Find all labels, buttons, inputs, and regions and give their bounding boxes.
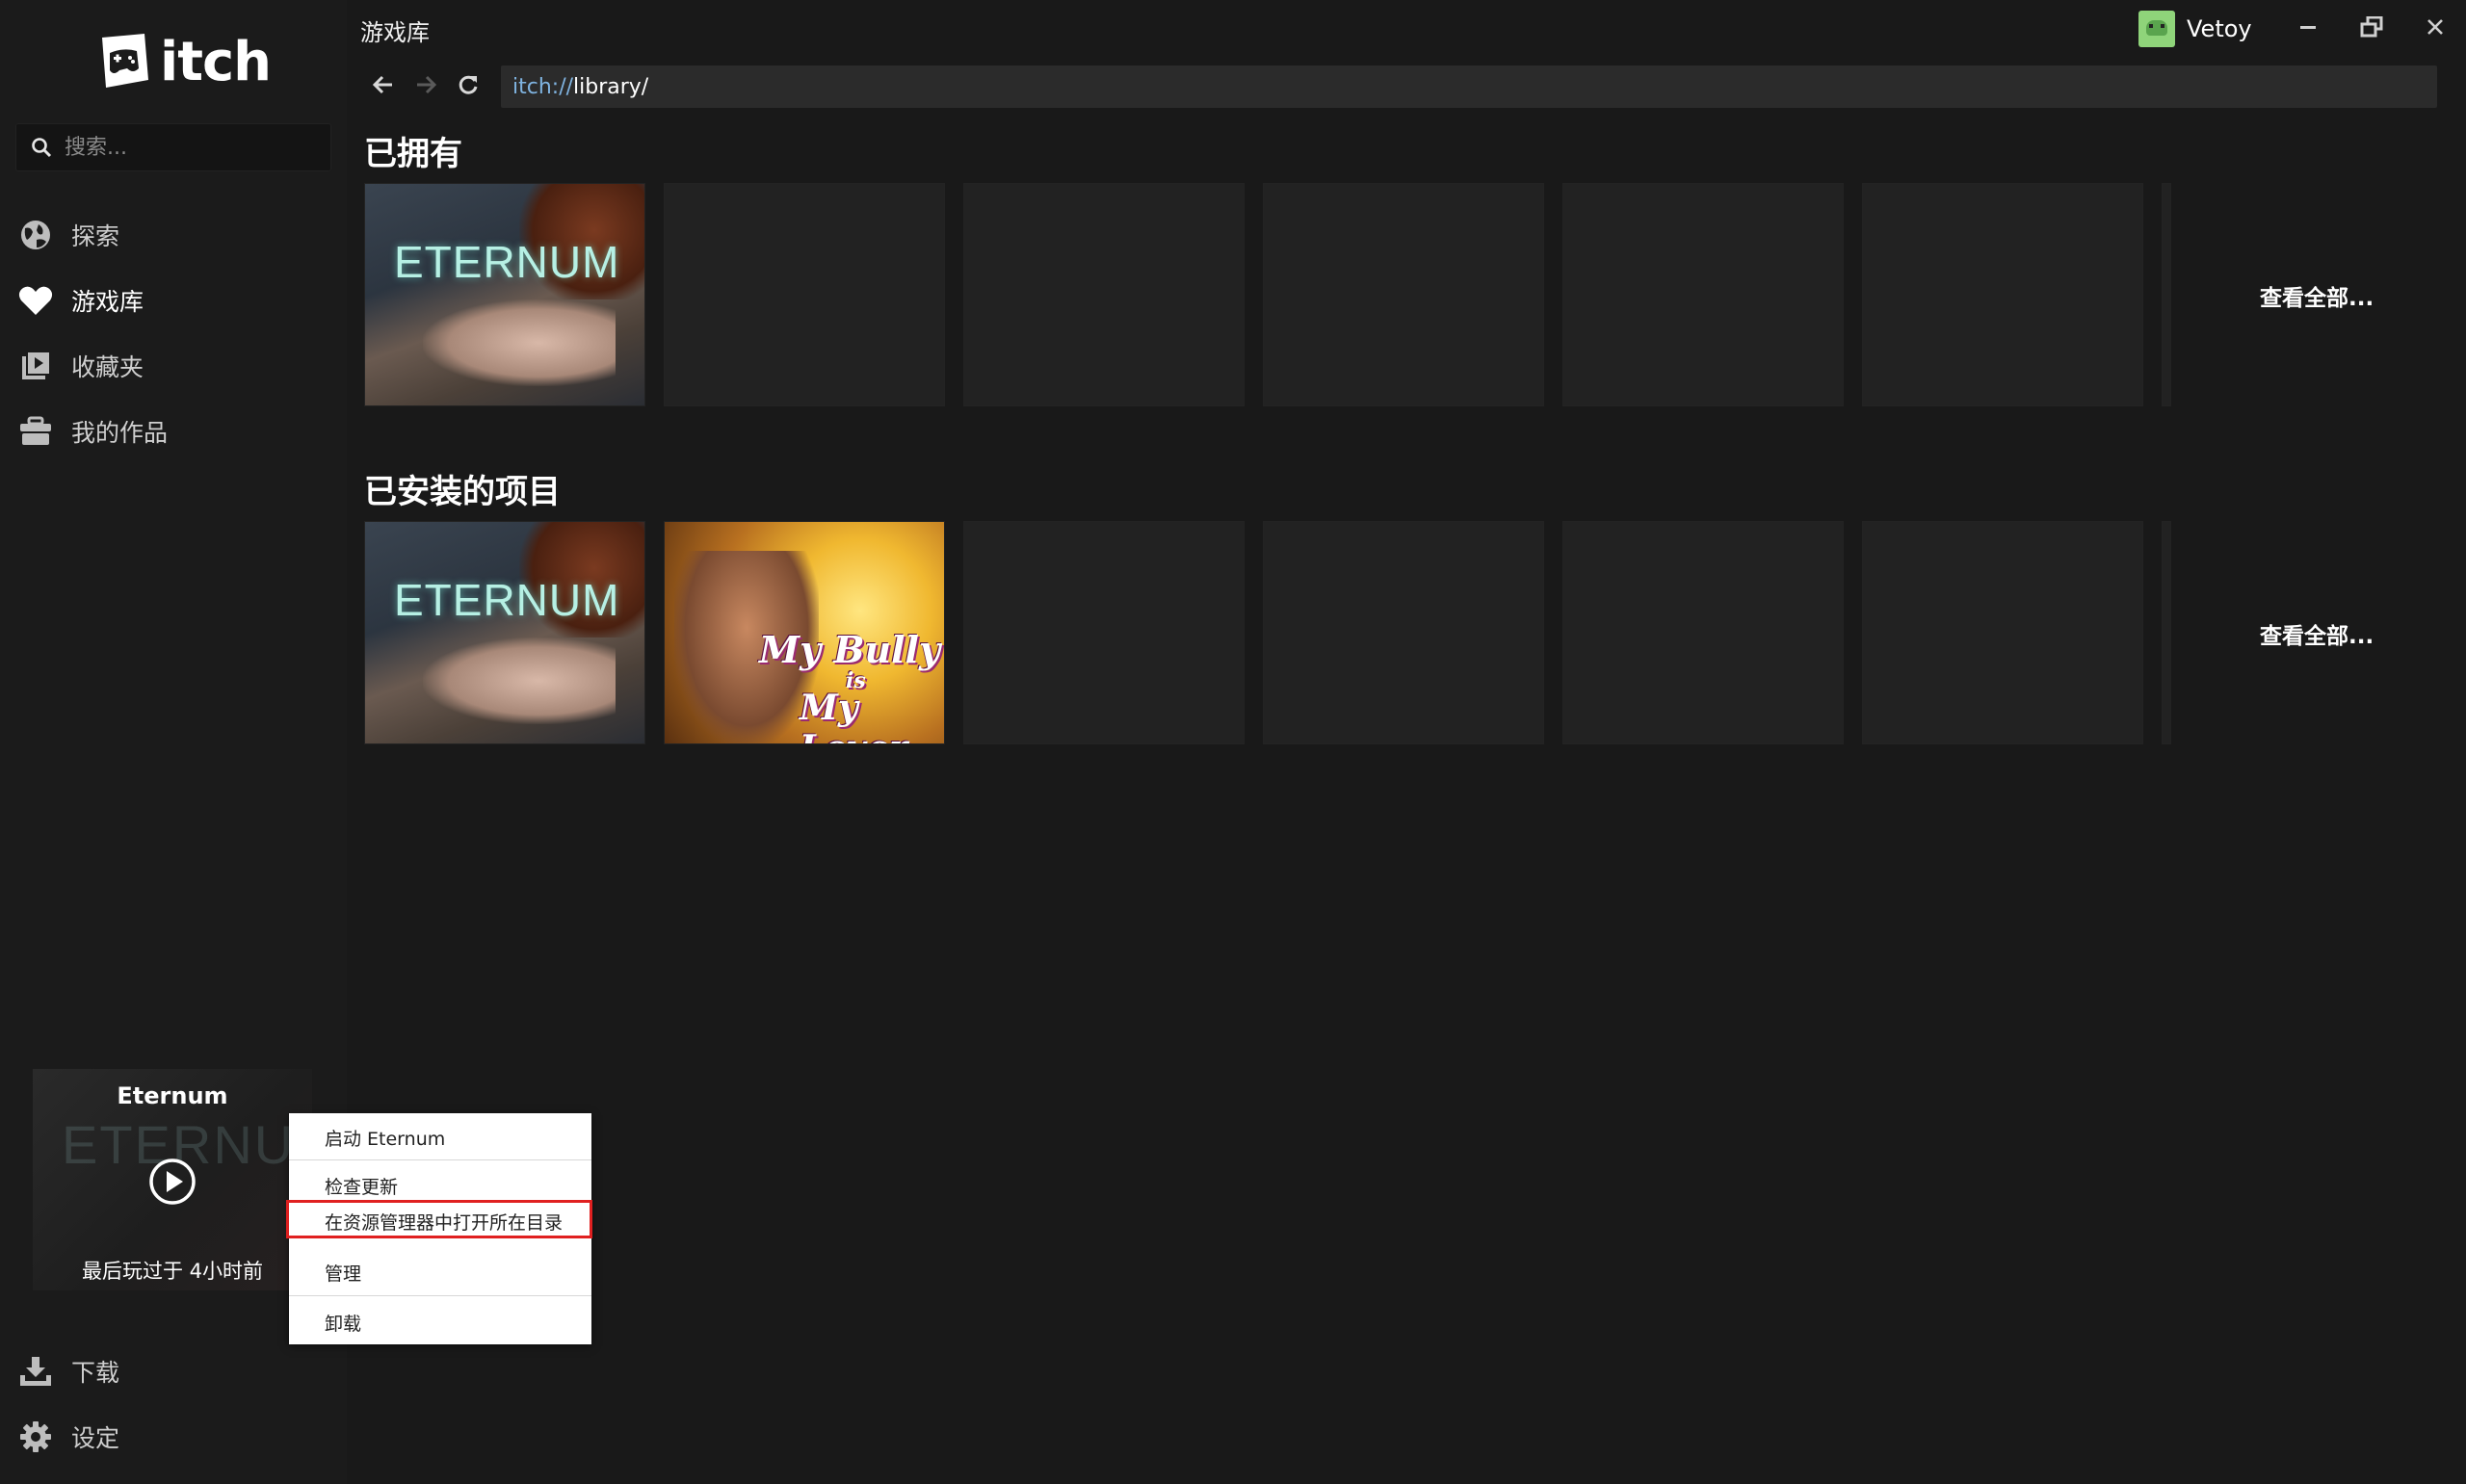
highlight-box [286,1200,592,1238]
search-box[interactable] [15,123,331,171]
sidebar-bottom-nav: 下载 设定 [0,1339,347,1470]
menu-item-launch[interactable]: 启动 Eternum [289,1125,591,1151]
close-icon [2427,19,2443,35]
game-tile-placeholder [1562,183,1844,406]
address-path: library/ [573,74,649,99]
game-tile-placeholder [1862,521,2143,744]
itch-logo-icon [102,34,148,88]
sidebar-item-label: 游戏库 [71,288,144,316]
sidebar-item-dashboard[interactable]: 我的作品 [0,399,347,464]
cover-art-figure [423,299,616,386]
sidebar-item-label: 探索 [71,222,120,250]
search-input[interactable] [65,135,315,160]
itch-logo[interactable]: itch [94,27,316,96]
game-tile-placeholder [1562,521,1844,744]
sidebar-item-label: 下载 [71,1359,120,1387]
game-cover-title: My Bully [759,628,941,671]
menu-item-check-update[interactable]: 检查更新 [289,1173,591,1199]
cover-art-figure [423,638,616,724]
game-tile-placeholder [1263,521,1544,744]
game-tile-placeholder [664,183,945,406]
search-icon [32,138,52,158]
collection-icon [17,348,54,384]
sidebar-item-label: 收藏夹 [71,353,144,381]
game-cover-title: ETERNUM [394,237,620,287]
sidebar-item-library[interactable]: 游戏库 [0,268,347,333]
sidebar-item-label: 我的作品 [71,419,169,447]
page-title: 游戏库 [360,19,430,46]
owned-games-row: ETERNUM [364,183,2175,406]
arrow-right-icon [417,75,437,94]
recent-game-title: Eternum [117,1082,228,1109]
menu-item-uninstall[interactable]: 卸载 [289,1310,591,1336]
installed-games-row: ETERNUM My Bully is My Lover [364,521,2175,744]
username: Vetoy [2187,15,2252,42]
address-protocol: itch:// [512,74,574,99]
game-tile-placeholder [1263,183,1544,406]
game-tile-placeholder [963,183,1245,406]
game-cover-title: ETERNUM [394,575,620,625]
sidebar-item-downloads[interactable]: 下载 [0,1339,347,1404]
close-button[interactable] [2414,8,2456,46]
globe-icon [17,217,54,253]
restore-icon [2360,16,2383,38]
itch-app: itch 探索 [0,0,2466,1484]
game-tile-placeholder [2162,521,2171,744]
gear-icon [17,1419,54,1455]
back-button[interactable] [366,67,401,102]
menu-item-manage[interactable]: 管理 [289,1260,591,1286]
minimize-icon [2300,26,2316,29]
game-cover-title: My Lover [800,688,907,743]
sidebar-item-label: 设定 [71,1424,120,1452]
sidebar-item-settings[interactable]: 设定 [0,1404,347,1470]
game-tile-my-bully-is-my-lover[interactable]: My Bully is My Lover [664,521,945,744]
play-icon[interactable] [148,1158,197,1206]
installed-section-title: 已安装的项目 [364,473,561,511]
menu-divider [289,1295,591,1296]
game-tile-placeholder [1862,183,2143,406]
sidebar-item-explore[interactable]: 探索 [0,202,347,268]
arrow-left-icon [372,75,392,94]
download-icon [17,1353,54,1390]
game-tile-eternum[interactable]: ETERNUM [364,521,645,744]
itch-logo-text: itch [160,30,272,93]
restore-button[interactable] [2350,8,2393,46]
menu-divider [289,1159,591,1160]
heart-icon [17,282,54,319]
game-tile-placeholder [963,521,1245,744]
reload-icon [459,75,478,94]
installed-see-all-link[interactable]: 查看全部... [2260,617,2374,650]
sidebar-item-collections[interactable]: 收藏夹 [0,333,347,399]
last-played-time: 最后玩过于 4小时前 [81,1260,264,1283]
last-played-card[interactable]: ETERNUM Eternum 最后玩过于 4小时前 [33,1069,312,1290]
game-tile-placeholder [2162,183,2171,406]
owned-see-all-link[interactable]: 查看全部... [2260,279,2374,312]
sidebar-nav: 探索 游戏库 收藏夹 我的作品 [0,202,347,464]
game-context-menu: 启动 Eternum 检查更新 在资源管理器中打开所在目录 管理 卸载 [286,1113,592,1344]
owned-section-title: 已拥有 [364,135,462,173]
reload-button[interactable] [451,67,485,102]
forward-button[interactable] [408,67,443,102]
avatar [2138,11,2175,47]
user-menu[interactable]: Vetoy [2138,10,2252,48]
briefcase-icon [17,413,54,450]
game-tile-eternum[interactable]: ETERNUM [364,183,645,406]
minimize-button[interactable] [2287,8,2329,46]
address-bar[interactable]: itch://library/ [501,65,2437,108]
